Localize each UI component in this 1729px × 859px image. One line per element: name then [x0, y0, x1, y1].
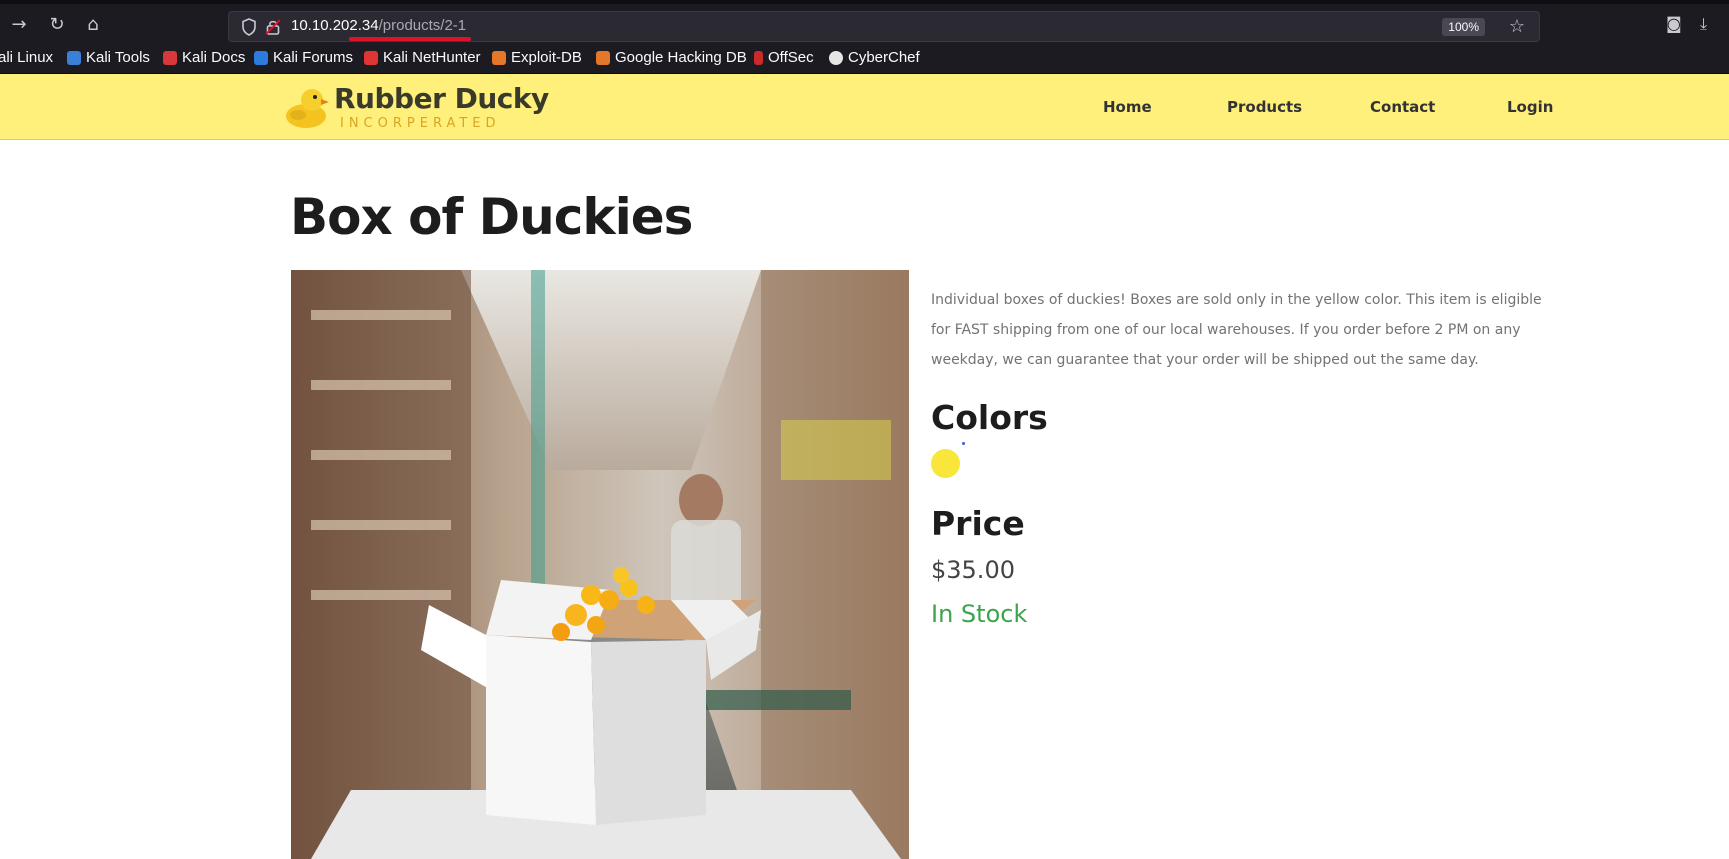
nav-products[interactable]: Products: [1227, 98, 1302, 116]
product-image: [291, 270, 909, 859]
colors-heading: Colors: [931, 398, 1048, 437]
brand-logo[interactable]: Rubber Ducky INCORPERATED: [284, 80, 549, 132]
warehouse-box-photo: [291, 270, 909, 859]
reload-icon[interactable]: ↻: [46, 14, 68, 36]
brand-name: Rubber Ducky: [334, 82, 549, 115]
site-header: Rubber Ducky INCORPERATED Home Products …: [0, 74, 1729, 140]
exploit-db-icon: [492, 50, 506, 65]
bookmark-label: CyberChef: [848, 49, 920, 66]
downloads-icon[interactable]: ⤓: [1700, 14, 1707, 34]
bookmarks-bar: Kali Linux Kali Tools Kali Docs Kali For…: [0, 42, 1729, 74]
url-path: /products/2-1: [378, 17, 467, 34]
bookmark-star-icon[interactable]: ☆: [1509, 16, 1525, 37]
bookmark-offsec[interactable]: OffSec: [754, 49, 814, 66]
url-host: 10.10.202.34: [291, 17, 379, 34]
cyberchef-icon: [829, 50, 843, 65]
rubber-duck-icon: [286, 89, 329, 128]
bookmark-kali-docs[interactable]: Kali Docs: [163, 49, 245, 66]
nethunter-icon: [364, 50, 378, 65]
bookmark-kali-nethunter[interactable]: Kali NetHunter: [364, 49, 481, 66]
pocket-icon[interactable]: ◙: [1666, 14, 1682, 33]
ghdb-icon: [596, 50, 610, 65]
bookmark-label: Google Hacking DB: [615, 49, 747, 66]
nav-contact[interactable]: Contact: [1370, 98, 1435, 116]
forward-arrow-icon[interactable]: →: [8, 14, 30, 36]
kali-docs-icon: [163, 50, 177, 65]
tracking-shield-icon[interactable]: [241, 18, 257, 36]
kali-forums-icon: [254, 50, 268, 65]
red-underline-annotation: [349, 37, 471, 41]
bookmark-kali-forums[interactable]: Kali Forums: [254, 49, 353, 66]
address-bar[interactable]: 10.10.202.34/products/2-1 100% ☆: [228, 11, 1540, 42]
browser-toolbar: → ↻ ⌂ 10.10.202.34/products/2-1 100% ☆ ◙…: [0, 0, 1729, 42]
bookmark-kali-linux[interactable]: Kali Linux: [0, 49, 53, 66]
bookmark-label: Kali Tools: [86, 49, 150, 66]
insecure-lock-icon[interactable]: [265, 18, 281, 36]
price-heading: Price: [931, 504, 1025, 543]
product-price: $35.00: [931, 556, 1015, 584]
brand-subtitle: INCORPERATED: [340, 116, 501, 131]
nav-login[interactable]: Login: [1507, 98, 1553, 116]
bookmark-label: Exploit-DB: [511, 49, 582, 66]
kali-tools-icon: [67, 50, 81, 65]
color-swatch-yellow[interactable]: [931, 449, 960, 478]
home-icon[interactable]: ⌂: [82, 14, 104, 36]
bookmark-cyberchef[interactable]: CyberChef: [829, 49, 920, 66]
product-title: Box of Duckies: [290, 188, 693, 246]
stock-status: In Stock: [931, 600, 1028, 628]
bookmark-label: Kali Docs: [182, 49, 246, 66]
bookmark-kali-tools[interactable]: Kali Tools: [67, 49, 150, 66]
bookmark-label: Kali NetHunter: [383, 49, 481, 66]
url-text[interactable]: 10.10.202.34/products/2-1: [291, 17, 466, 34]
bookmark-exploit-db[interactable]: Exploit-DB: [492, 49, 582, 66]
bookmark-label: Kali Linux: [0, 49, 54, 66]
bookmark-label: Kali Forums: [273, 49, 354, 66]
nav-home[interactable]: Home: [1103, 98, 1152, 116]
bookmark-label: OffSec: [768, 49, 814, 66]
offsec-icon: [754, 50, 763, 65]
zoom-level[interactable]: 100%: [1442, 18, 1485, 36]
bookmark-google-hacking-db[interactable]: Google Hacking DB: [596, 49, 747, 66]
cursor-dot: [962, 442, 965, 445]
product-description: Individual boxes of duckies! Boxes are s…: [931, 292, 1542, 368]
